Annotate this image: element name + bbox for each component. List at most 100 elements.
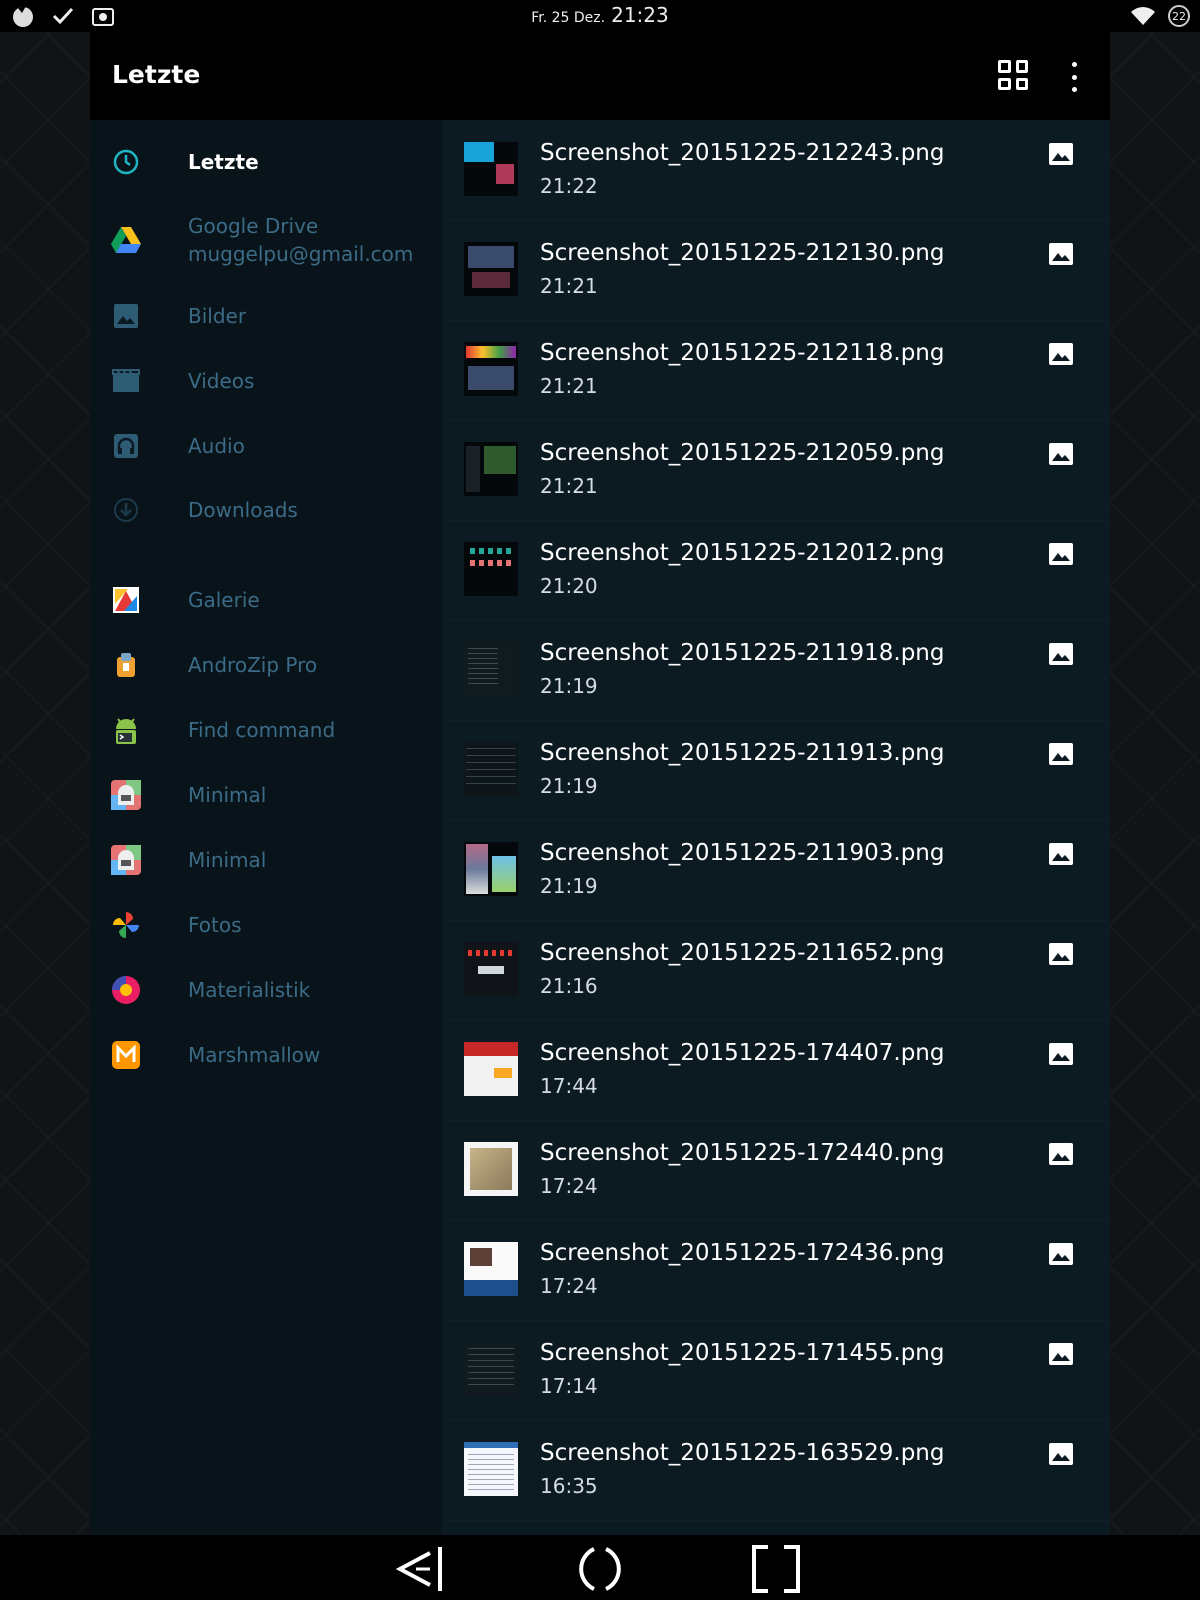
download-icon	[110, 494, 142, 526]
sidebar-item-label: Galerie	[188, 588, 260, 612]
sidebar-item-minimal-2[interactable]: Minimal	[90, 840, 442, 880]
sidebar-item-label: Videos	[188, 369, 255, 393]
back-icon[interactable]	[396, 1543, 452, 1595]
file-name: Screenshot_20151225-171455.png	[540, 1340, 945, 1366]
sidebar-item-minimal-1[interactable]: Minimal	[90, 775, 442, 815]
file-thumbnail	[464, 242, 518, 296]
sidebar-item-label: Letzte	[188, 150, 259, 174]
file-thumbnail	[464, 342, 518, 396]
file-thumbnail	[464, 142, 518, 196]
status-clock: Fr. 25 Dez. 21:23	[0, 3, 1200, 27]
minimal-icon	[110, 779, 142, 811]
more-vert-icon[interactable]	[1068, 62, 1080, 92]
sidebar-item-label: Bilder	[188, 304, 247, 328]
image-file-icon	[1049, 743, 1073, 765]
gallery-icon	[110, 584, 142, 616]
list-item[interactable]: Screenshot_20151225-174407.png 17:44	[442, 1020, 1110, 1121]
file-time: 21:16	[540, 974, 598, 998]
file-name: Screenshot_20151225-211913.png	[540, 740, 945, 766]
image-file-icon	[1049, 143, 1073, 165]
file-thumbnail	[464, 442, 518, 496]
file-name: Screenshot_20151225-172440.png	[540, 1140, 945, 1166]
image-file-icon	[1049, 1143, 1073, 1165]
file-name: Screenshot_20151225-212130.png	[540, 240, 945, 266]
sidebar-item-galerie[interactable]: Galerie	[90, 580, 442, 620]
minimal-icon	[110, 844, 142, 876]
file-thumbnail	[464, 1242, 518, 1296]
image-file-icon	[1049, 643, 1073, 665]
image-file-icon	[1049, 443, 1073, 465]
file-thumbnail	[464, 1442, 518, 1496]
file-time: 21:21	[540, 474, 598, 498]
image-file-icon	[1049, 243, 1073, 265]
marshmallow-icon	[110, 1039, 142, 1071]
file-manager-window: Letzte Letzte Google Drive muggelpu@gmai…	[90, 32, 1110, 1535]
file-time: 21:19	[540, 774, 598, 798]
sidebar-item-marshmallow[interactable]: Marshmallow	[90, 1035, 442, 1075]
sidebar-item-audio[interactable]: Audio	[90, 426, 442, 466]
list-item[interactable]: Screenshot_20151225-212118.png 21:21	[442, 320, 1110, 421]
image-file-icon	[1049, 843, 1073, 865]
sidebar: Letzte Google Drive muggelpu@gmail.com B…	[90, 120, 442, 1535]
sidebar-item-label: Minimal	[188, 848, 267, 872]
file-name: Screenshot_20151225-172436.png	[540, 1240, 945, 1266]
grid-view-icon[interactable]	[998, 60, 1028, 90]
file-list: Screenshot_20151225-212243.png 21:22 Scr…	[442, 120, 1110, 1535]
status-date: Fr. 25 Dez.	[531, 10, 606, 26]
sidebar-item-google-drive[interactable]: Google Drive muggelpu@gmail.com	[90, 210, 442, 270]
list-item[interactable]: Screenshot_20151225-212243.png 21:22	[442, 120, 1110, 221]
file-time: 21:20	[540, 574, 598, 598]
navigation-bar	[0, 1535, 1200, 1600]
wifi-icon	[1130, 4, 1156, 28]
file-time: 16:35	[540, 1474, 598, 1498]
file-time: 21:19	[540, 874, 598, 898]
list-item[interactable]: Screenshot_20151225-211913.png 21:19	[442, 720, 1110, 821]
file-name: Screenshot_20151225-212243.png	[540, 140, 945, 166]
recents-icon[interactable]	[748, 1543, 804, 1595]
file-time: 21:21	[540, 374, 598, 398]
sidebar-item-label: Downloads	[188, 498, 298, 522]
file-name: Screenshot_20151225-174407.png	[540, 1040, 945, 1066]
home-icon[interactable]	[572, 1543, 628, 1595]
sidebar-item-fotos[interactable]: Fotos	[90, 905, 442, 945]
file-thumbnail	[464, 642, 518, 696]
sidebar-item-letzte[interactable]: Letzte	[90, 142, 442, 182]
sidebar-item-label: Minimal	[188, 783, 267, 807]
sidebar-item-label: Marshmallow	[188, 1043, 321, 1067]
sidebar-item-androzip[interactable]: AndroZip Pro	[90, 645, 442, 685]
status-time: 21:23	[611, 3, 669, 27]
sidebar-item-videos[interactable]: Videos	[90, 361, 442, 401]
list-item[interactable]: Screenshot_20151225-172440.png 17:24	[442, 1120, 1110, 1221]
list-item[interactable]: Screenshot_20151225-163529.png 16:35	[442, 1420, 1110, 1521]
list-item[interactable]: Screenshot_20151225-212059.png 21:21	[442, 420, 1110, 521]
clock-icon	[110, 146, 142, 178]
file-name: Screenshot_20151225-211918.png	[540, 640, 945, 666]
sidebar-item-bilder[interactable]: Bilder	[90, 296, 442, 336]
list-item[interactable]: Screenshot_20151225-211903.png 21:19	[442, 820, 1110, 921]
list-item[interactable]: Screenshot_20151225-212012.png 21:20	[442, 520, 1110, 621]
photos-icon	[110, 909, 142, 941]
list-item[interactable]: Screenshot_20151225-211652.png 21:16	[442, 920, 1110, 1021]
file-thumbnail	[464, 842, 518, 896]
sidebar-item-label: Materialistik	[188, 978, 311, 1002]
file-name: Screenshot_20151225-163529.png	[540, 1440, 945, 1466]
image-file-icon	[1049, 343, 1073, 365]
sidebar-item-label: Find command	[188, 718, 336, 742]
file-thumbnail	[464, 942, 518, 996]
list-item[interactable]: Screenshot_20151225-172436.png 17:24	[442, 1220, 1110, 1321]
materialistik-icon	[110, 974, 142, 1006]
list-item[interactable]: Screenshot_20151225-171455.png 17:14	[442, 1320, 1110, 1421]
sidebar-item-downloads[interactable]: Downloads	[90, 490, 442, 530]
sidebar-item-label: Fotos	[188, 913, 242, 937]
file-time: 21:21	[540, 274, 598, 298]
list-item[interactable]: Screenshot_20151225-211918.png 21:19	[442, 620, 1110, 721]
list-item[interactable]: Screenshot_20151225-212130.png 21:21	[442, 220, 1110, 321]
file-thumbnail	[464, 1342, 518, 1396]
image-file-icon	[1049, 1343, 1073, 1365]
file-name: Screenshot_20151225-212012.png	[540, 540, 945, 566]
image-file-icon	[1049, 1043, 1073, 1065]
sidebar-item-find-command[interactable]: Find command	[90, 710, 442, 750]
app-bar: Letzte	[90, 32, 1110, 120]
file-name: Screenshot_20151225-212059.png	[540, 440, 945, 466]
sidebar-item-materialistik[interactable]: Materialistik	[90, 970, 442, 1010]
